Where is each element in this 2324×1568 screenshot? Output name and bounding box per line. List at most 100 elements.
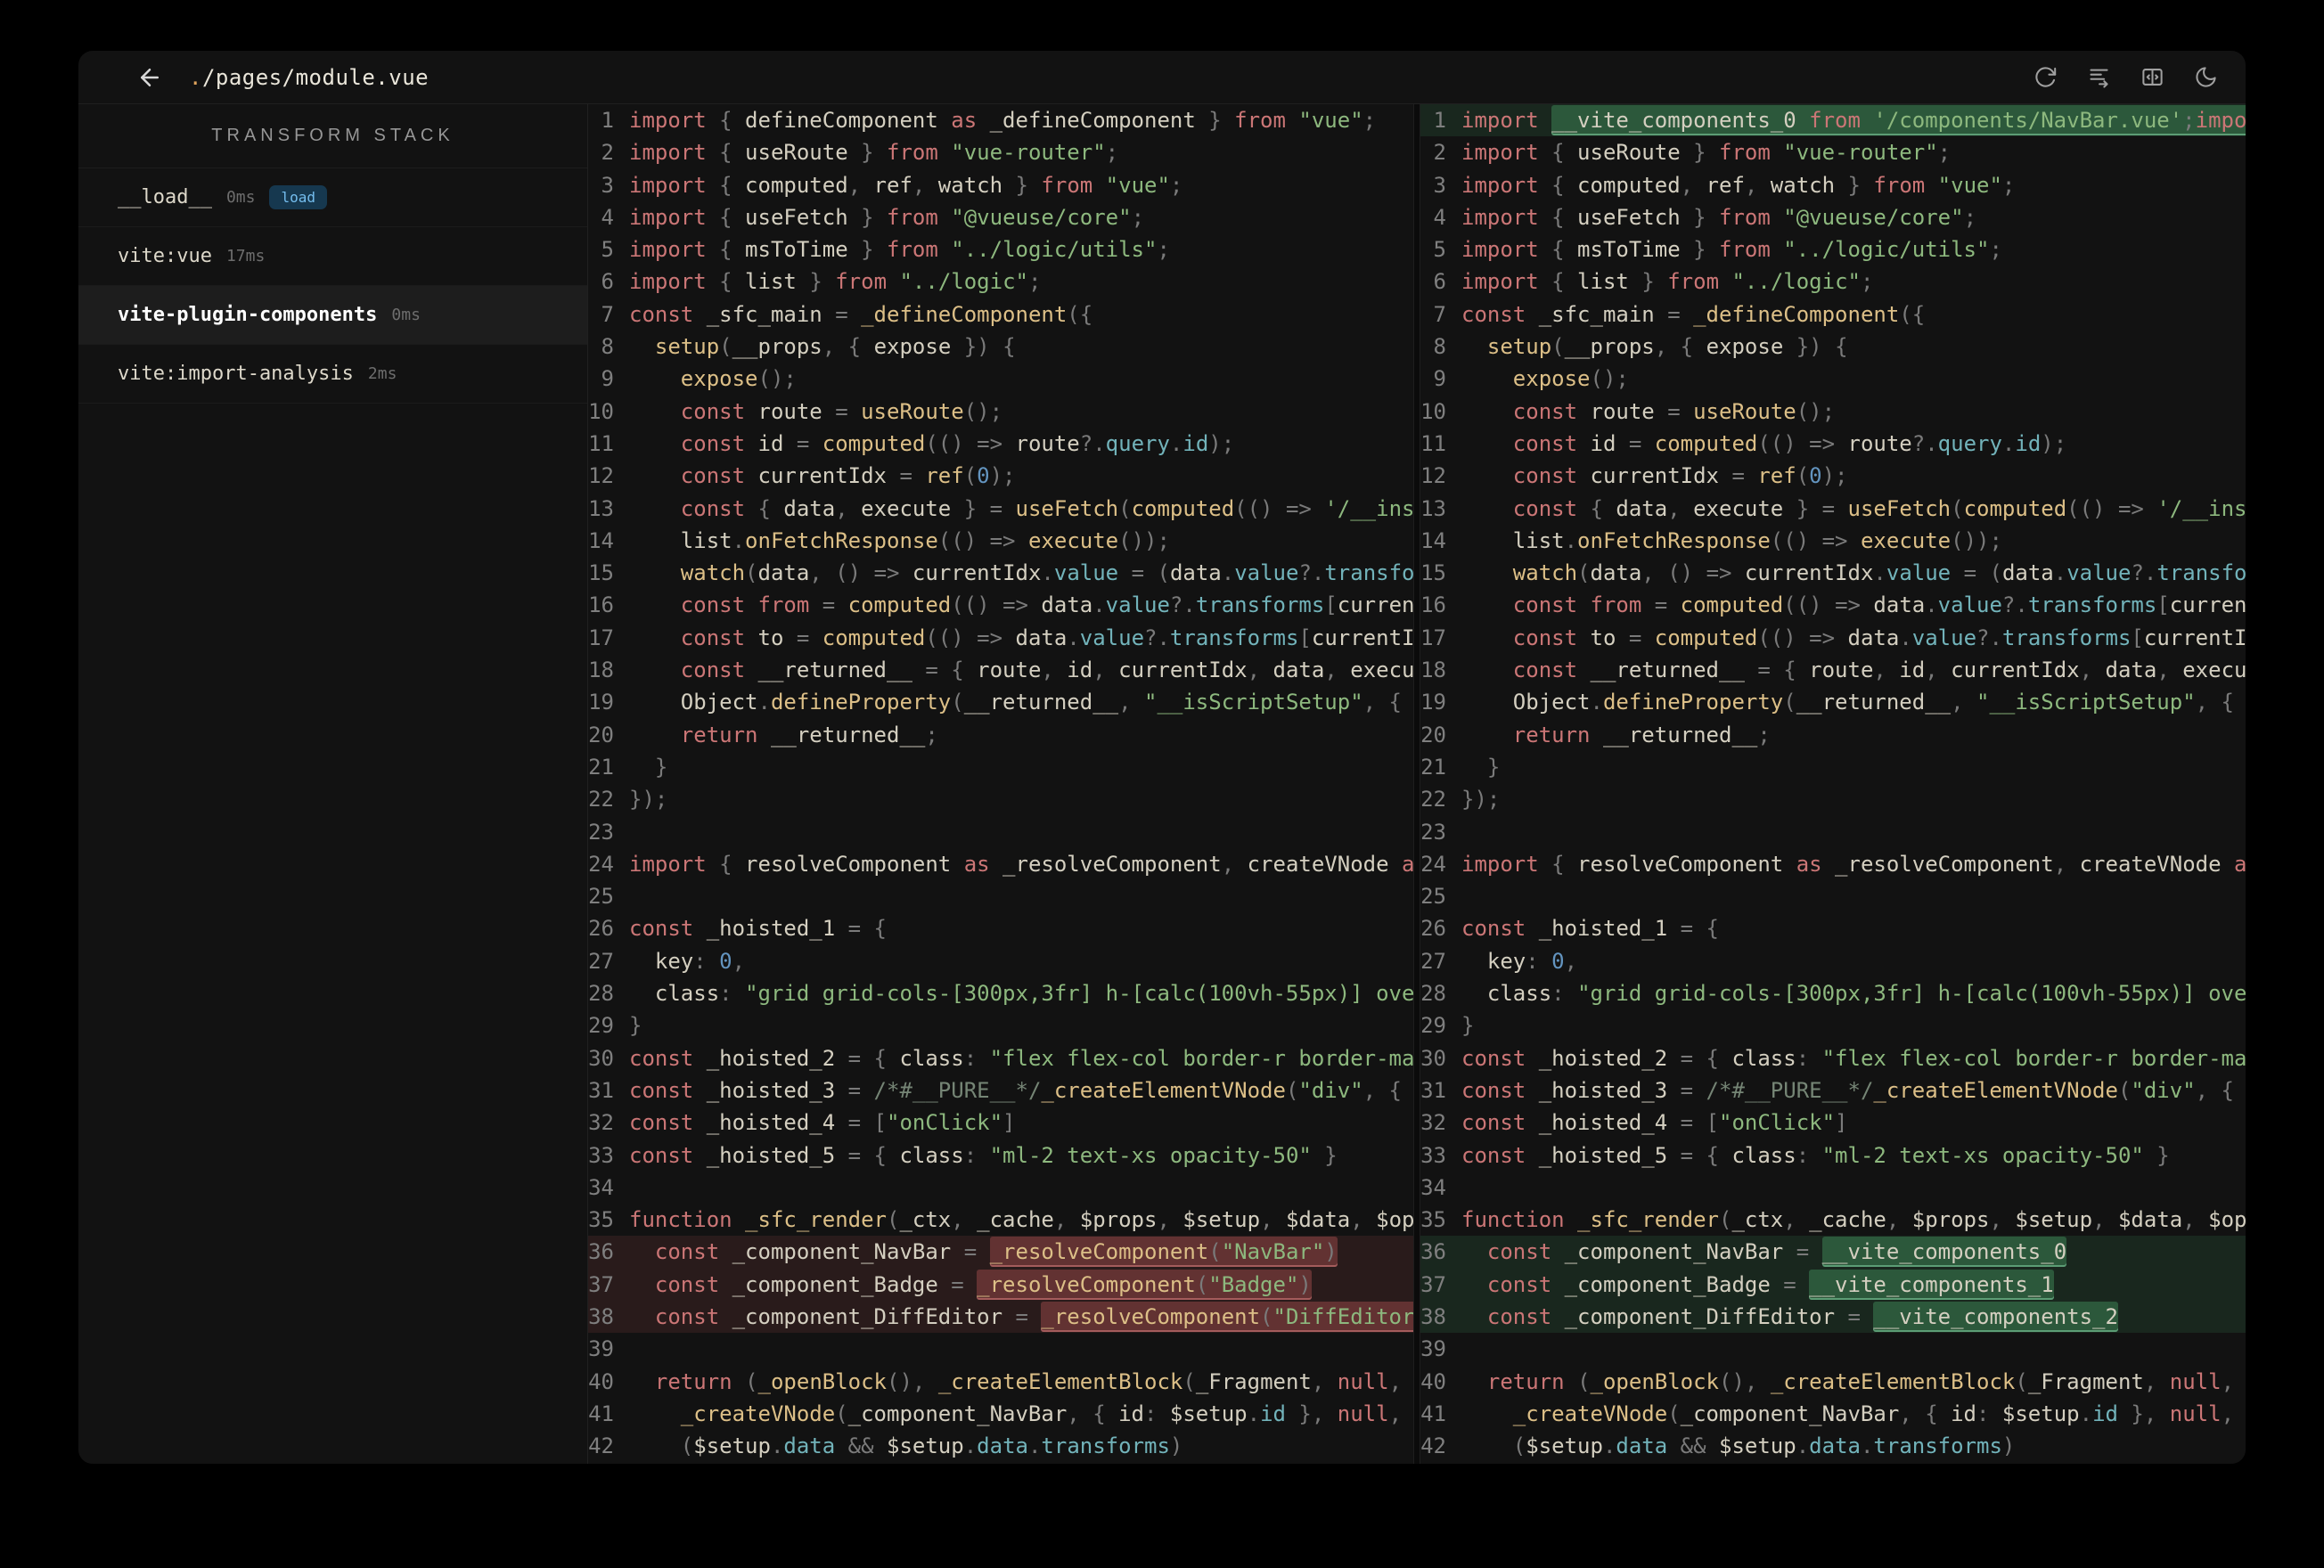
- sidebar-item-vite-vue[interactable]: vite:vue 17ms: [78, 227, 587, 286]
- code-text: function _sfc_render(_ctx, _cache, $prop…: [1461, 1207, 2246, 1233]
- code-text: const _hoisted_1 = {: [1461, 916, 1719, 942]
- plugin-time: 0ms: [225, 188, 256, 207]
- code-text: class: "grid grid-cols-[300px,3fr] h-[ca…: [1461, 981, 2246, 1007]
- code-text: import { computed, ref, watch } from "vu…: [629, 172, 1183, 198]
- code-line: 32 const _hoisted_4 = ["onClick"]: [1420, 1107, 2246, 1139]
- plugin-name: vite:import-analysis: [118, 363, 354, 385]
- line-number: 8: [1433, 334, 1446, 360]
- inline-diff-button[interactable]: [2078, 58, 2119, 97]
- line-number: 28: [588, 981, 614, 1007]
- code-line: 24 import { resolveComponent as _resolveC…: [588, 848, 1413, 880]
- code-line: 33 const _hoisted_5 = { class: "ml-2 text…: [1420, 1139, 2246, 1172]
- line-number: 37: [588, 1271, 614, 1297]
- sidebar-item-load[interactable]: __load__ 0ms load: [78, 168, 587, 227]
- code-line: 2 import { useRoute } from "vue-router";: [1420, 136, 2246, 168]
- code-line: 18 const __returned__ = { route, id, cur…: [588, 654, 1413, 686]
- code-text: });: [1461, 787, 1501, 813]
- code-text: key: 0,: [629, 948, 746, 974]
- code-line: 10 const route = useRoute();: [1420, 396, 2246, 428]
- code-text: import { computed, ref, watch } from "vu…: [1461, 172, 2016, 198]
- plugin-name: vite-plugin-components: [118, 304, 378, 326]
- plugin-list: __load__ 0ms load vite:vue 17ms vite-plugin-c…: [78, 168, 587, 404]
- code-text: return __returned__;: [680, 722, 938, 747]
- code-line: 27 key: 0,: [588, 945, 1413, 977]
- code-text: const from = computed(() => data.value?.…: [1512, 592, 2246, 618]
- diff-emphasis: _resolveComponent("NavBar"): [989, 1237, 1338, 1268]
- diff-view: 1 import { defineComponent as _defineComp…: [588, 104, 2246, 1464]
- line-number: 24: [1420, 851, 1446, 877]
- code-line: 1 import { defineComponent as _defineComp…: [588, 104, 1413, 136]
- code-line: 37 const _component_Badge = __vite_compo…: [1420, 1268, 2246, 1301]
- line-number: 11: [1420, 430, 1446, 456]
- line-number: 6: [601, 269, 614, 295]
- topbar: ./pages/module.vue: [78, 51, 2246, 104]
- sidebar-item-vite-import-analysis[interactable]: vite:import-analysis 2ms: [78, 345, 587, 404]
- line-number: 39: [1420, 1336, 1446, 1362]
- back-button[interactable]: [130, 58, 169, 97]
- line-number: 5: [601, 237, 614, 263]
- code-line: 28 class: "grid grid-cols-[300px,3fr] h-…: [1420, 977, 2246, 1009]
- code-line: 34: [1420, 1172, 2246, 1204]
- code-line: 36 const _component_NavBar = _resolveCom…: [588, 1236, 1413, 1269]
- code-text: const currentIdx = ref(0);: [680, 463, 1016, 489]
- code-text: }: [1461, 1013, 1475, 1039]
- line-number: 15: [1420, 560, 1446, 586]
- code-panel-before[interactable]: 1 import { defineComponent as _defineComp…: [588, 104, 1413, 1464]
- code-text: import { list } from "../logic";: [629, 269, 1042, 295]
- code-line: 35 function _sfc_render(_ctx, _cache, $pr…: [1420, 1204, 2246, 1236]
- code-text: const currentIdx = ref(0);: [1512, 463, 1848, 489]
- plugin-time: 2ms: [367, 364, 397, 383]
- code-text: Object.defineProperty(__returned__, "__i…: [1461, 690, 2234, 715]
- code-line: 1 import __vite_components_0 from '/compo…: [1420, 104, 2246, 137]
- code-line: 9 expose();: [588, 363, 1413, 395]
- code-text: const _component_NavBar = __vite_compone…: [1461, 1237, 2067, 1268]
- line-number: 9: [1433, 366, 1446, 392]
- line-number: 34: [1420, 1174, 1446, 1200]
- code-text: import { resolveComponent as _resolveCom…: [1461, 851, 2246, 877]
- code-line: 22});: [1420, 783, 2246, 815]
- code-text: return __returned__;: [1512, 722, 1771, 747]
- split-diff-button[interactable]: [2132, 58, 2173, 97]
- code-line: 16 const from = computed(() => data.valu…: [1420, 589, 2246, 621]
- code-line: 13 const { data, execute } = useFetch(co…: [588, 493, 1413, 525]
- diff-emphasis: __vite_components_1: [1809, 1269, 2054, 1300]
- line-number: 17: [588, 625, 614, 650]
- line-number: 18: [588, 657, 614, 683]
- refresh-button[interactable]: [2025, 58, 2066, 97]
- line-number: 29: [588, 1013, 614, 1039]
- theme-toggle-button[interactable]: [2185, 58, 2226, 97]
- code-text: const id = computed(() => route?.query.i…: [680, 430, 1235, 456]
- code-text: expose();: [680, 366, 797, 392]
- code-line: 19 Object.defineProperty(__returned__, "…: [1420, 686, 2246, 718]
- line-number: 34: [588, 1174, 614, 1200]
- sidebar-item-vite-plugin-components[interactable]: vite-plugin-components 0ms: [78, 286, 587, 345]
- code-line: 4 import { useFetch } from "@vueuse/core"…: [1420, 201, 2246, 233]
- code-line: 29}: [1420, 1009, 2246, 1041]
- line-number: 42: [1420, 1433, 1446, 1459]
- dark-mode-icon: [2195, 67, 2216, 87]
- code-text: }: [629, 1013, 642, 1039]
- code-line: 9 expose();: [1420, 363, 2246, 395]
- line-number: 15: [588, 560, 614, 586]
- code-text: import { useRoute } from "vue-router";: [1461, 140, 1952, 166]
- line-number: 32: [588, 1110, 614, 1136]
- line-number: 12: [588, 463, 614, 489]
- line-number: 39: [588, 1336, 614, 1362]
- code-panel-after[interactable]: 1 import __vite_components_0 from '/compo…: [1420, 104, 2246, 1464]
- code-line: 16 const from = computed(() => data.valu…: [588, 589, 1413, 621]
- code-text: const __returned__ = { route, id, curren…: [680, 657, 1413, 683]
- line-number: 10: [1420, 398, 1446, 424]
- line-number: 41: [588, 1401, 614, 1426]
- line-number: 4: [601, 204, 614, 230]
- code-text: expose();: [1512, 366, 1629, 392]
- line-number: 41: [1420, 1401, 1446, 1426]
- code-text: const _component_Badge = _resolveCompone…: [629, 1269, 1312, 1300]
- code-text: const _hoisted_2 = { class: "flex flex-c…: [629, 1045, 1413, 1071]
- line-number: 32: [1420, 1110, 1446, 1136]
- code-text: watch(data, () => currentIdx.value = (da…: [680, 560, 1413, 586]
- code-text: }: [1486, 754, 1501, 780]
- line-number: 33: [1420, 1142, 1446, 1168]
- code-line: 4 import { useFetch } from "@vueuse/core"…: [588, 201, 1413, 233]
- line-number: 38: [588, 1303, 614, 1329]
- code-line: 3 import { computed, ref, watch } from "v…: [1420, 169, 2246, 201]
